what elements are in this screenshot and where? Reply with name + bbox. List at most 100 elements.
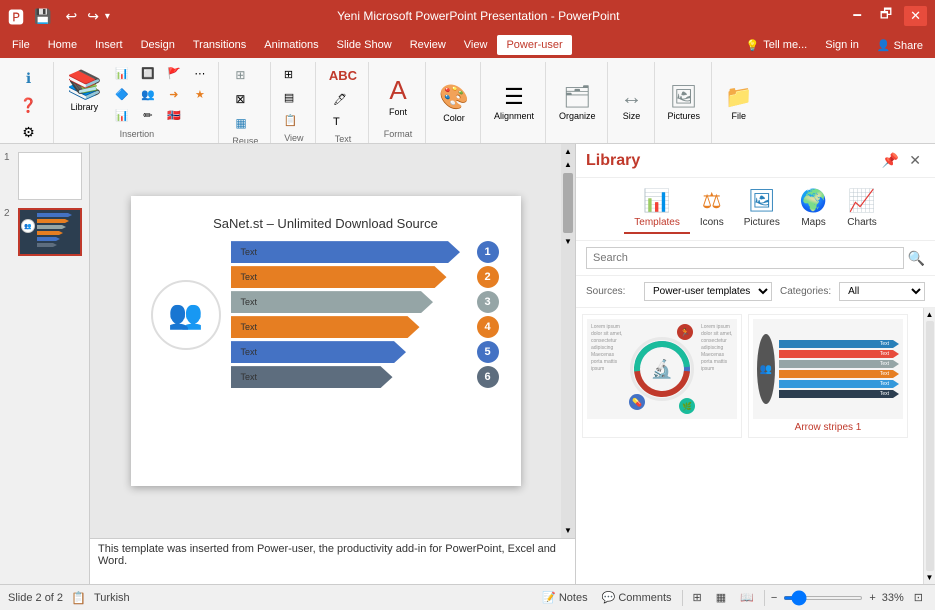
flag-button[interactable]: 🚩 <box>162 64 186 83</box>
redo-button[interactable]: ↪ <box>87 8 99 25</box>
star-icon: ★ <box>195 88 205 101</box>
vertical-scrollbar[interactable]: ▲ ▲ ▼ ▼ <box>561 144 575 538</box>
zoom-minus-icon[interactable]: − <box>771 592 777 604</box>
ribbon-group-alignment: ☰ Alignment <box>483 62 546 143</box>
save-button[interactable]: 💾 <box>30 6 55 27</box>
slide-thumb-1[interactable]: 1 <box>4 152 85 200</box>
view-icon3: 📋 <box>284 114 298 127</box>
menu-slideshow[interactable]: Slide Show <box>329 36 400 54</box>
menu-insert[interactable]: Insert <box>87 36 131 54</box>
notes-area: This template was inserted from Power-us… <box>90 538 575 584</box>
undo-button[interactable]: ↩ <box>61 6 81 27</box>
library-search-button[interactable]: 🔍 <box>908 250 925 267</box>
center-diagram-icon: 🔬 <box>651 359 673 380</box>
menu-poweruser[interactable]: Power-user <box>497 35 571 55</box>
view-normal-button[interactable]: ⊞ <box>689 589 706 606</box>
library-close-button[interactable]: ✕ <box>905 150 925 171</box>
fit-window-button[interactable]: ⊡ <box>910 589 927 606</box>
alignment-button[interactable]: ☰ Alignment <box>489 80 539 125</box>
lib-scroll-up[interactable]: ▲ <box>926 310 934 319</box>
sign-in-button[interactable]: Sign in <box>817 36 867 54</box>
menu-home[interactable]: Home <box>40 36 85 54</box>
ribbon-group-reuse: ⊞ ⊠ ▦ Reuse <box>221 62 271 143</box>
nav-templates[interactable]: 📊 Templates <box>624 184 690 234</box>
view-btn3[interactable]: 📋 <box>279 110 309 131</box>
scroll-up2-button[interactable]: ▲ <box>564 160 572 169</box>
lib-scroll-thumb[interactable] <box>926 321 934 571</box>
insertion-small-buttons: 📊 🔲 🚩 ⋯ 🔷 👥 ➜ ★ 📊 ✏ 🇳🇴 <box>110 64 212 125</box>
comments-button[interactable]: 💬 Comments <box>598 589 676 606</box>
reuse-mid[interactable]: ⊠ <box>230 88 260 110</box>
size-button[interactable]: ↔ Size <box>616 80 648 125</box>
menu-animations[interactable]: Animations <box>256 36 326 54</box>
notes-button[interactable]: 📝 Notes <box>538 589 592 606</box>
library-item-1[interactable]: Lorem ipsum dolor sit amet,consectetur a… <box>582 314 742 438</box>
shape-button[interactable]: 🔷 <box>110 85 134 104</box>
bar-3: Text 3 <box>231 291 501 313</box>
slide-preview-1[interactable] <box>18 152 82 200</box>
categories-select[interactable]: All <box>839 282 925 301</box>
library-button[interactable]: 📚 Library <box>62 64 107 116</box>
view-btn2[interactable]: ▤ <box>279 87 309 108</box>
nav-maps[interactable]: 🌍 Maps <box>790 184 837 234</box>
menu-design[interactable]: Design <box>133 36 183 54</box>
share-button[interactable]: 👤 Share <box>869 36 931 55</box>
library-item-2[interactable]: 👥 Text Text Text Text Text Text Arrow s <box>748 314 908 438</box>
color-button[interactable]: 🎨 Color <box>434 79 474 127</box>
arrow-button[interactable]: ➜ <box>162 85 186 104</box>
view-slide-sorter-button[interactable]: ▦ <box>712 589 730 606</box>
view-reading-button[interactable]: 📖 <box>736 589 758 606</box>
library-pin-button[interactable]: 📌 <box>878 150 903 171</box>
pictures-button[interactable]: 🖼 Pictures <box>663 80 706 125</box>
slide-preview-2[interactable]: 👥 <box>18 208 82 256</box>
file-button[interactable]: 📁 File <box>720 80 757 125</box>
menu-file[interactable]: File <box>4 36 38 54</box>
zoom-plus-icon[interactable]: + <box>869 592 875 604</box>
menu-transitions[interactable]: Transitions <box>185 36 254 54</box>
nav-icons[interactable]: ⚖ Icons <box>690 184 734 234</box>
app-icon: 🅿 <box>8 4 24 28</box>
tell-me[interactable]: 💡 Tell me... <box>738 36 816 55</box>
close-button[interactable]: ✕ <box>904 6 927 26</box>
text-btn2[interactable]: 🖊 <box>328 89 358 110</box>
nav-charts[interactable]: 📈 Charts <box>837 184 886 234</box>
scroll-down2-button[interactable]: ▼ <box>564 237 572 246</box>
library-search-input[interactable] <box>586 247 904 269</box>
menu-review[interactable]: Review <box>402 36 454 54</box>
help-button[interactable]: ℹ <box>21 66 36 91</box>
reuse-top[interactable]: ⊞ <box>230 64 260 86</box>
nav-pictures[interactable]: 🖼 Pictures <box>734 184 790 234</box>
view-btn1[interactable]: ⊞ <box>279 64 309 85</box>
zoom-slider[interactable] <box>783 596 863 600</box>
maximize-button[interactable]: 🗗 <box>874 3 898 29</box>
slide-thumb-2[interactable]: 2 👥 <box>4 208 85 256</box>
scroll-down-button[interactable]: ▼ <box>563 525 573 536</box>
more-button[interactable]: ⋯ <box>188 64 212 83</box>
scroll-up-button[interactable]: ▲ <box>563 146 573 157</box>
library-nav: 📊 Templates ⚖ Icons 🖼 Pictures 🌍 Maps 📈 … <box>576 178 935 241</box>
table-icon: 🔲 <box>141 67 155 80</box>
minimize-button[interactable]: 🗕 <box>847 3 868 29</box>
font-button[interactable]: A Font <box>383 71 413 121</box>
chart-button[interactable]: 📊 <box>110 64 134 83</box>
help-question[interactable]: ❓ <box>15 93 42 118</box>
bar-chart-button[interactable]: 📊 <box>110 106 134 125</box>
norway-button[interactable]: 🇳🇴 <box>162 106 186 125</box>
text-btn1[interactable]: ABC <box>324 64 362 87</box>
title-bar-controls: 🗕 🗗 ✕ <box>847 3 927 29</box>
maps-icon: 🌍 <box>800 188 827 214</box>
table-button[interactable]: 🔲 <box>136 64 160 83</box>
sources-select[interactable]: Power-user templates <box>644 282 772 301</box>
star-button[interactable]: ★ <box>188 85 212 104</box>
scroll-thumb[interactable] <box>563 173 573 233</box>
person-button[interactable]: 👥 <box>136 85 160 104</box>
edit-button[interactable]: ✏ <box>136 106 160 125</box>
text-btn3[interactable]: T <box>328 112 358 132</box>
lib-scroll-down[interactable]: ▼ <box>926 573 934 582</box>
organize-button[interactable]: 🗂 Organize <box>554 80 601 125</box>
reuse-view[interactable]: ▦ <box>230 112 260 134</box>
templates-icon: 📊 <box>643 188 670 214</box>
menu-view[interactable]: View <box>456 36 496 54</box>
library-scrollbar[interactable]: ▲ ▼ <box>923 308 935 584</box>
help-settings[interactable]: ⚙ <box>17 120 40 144</box>
